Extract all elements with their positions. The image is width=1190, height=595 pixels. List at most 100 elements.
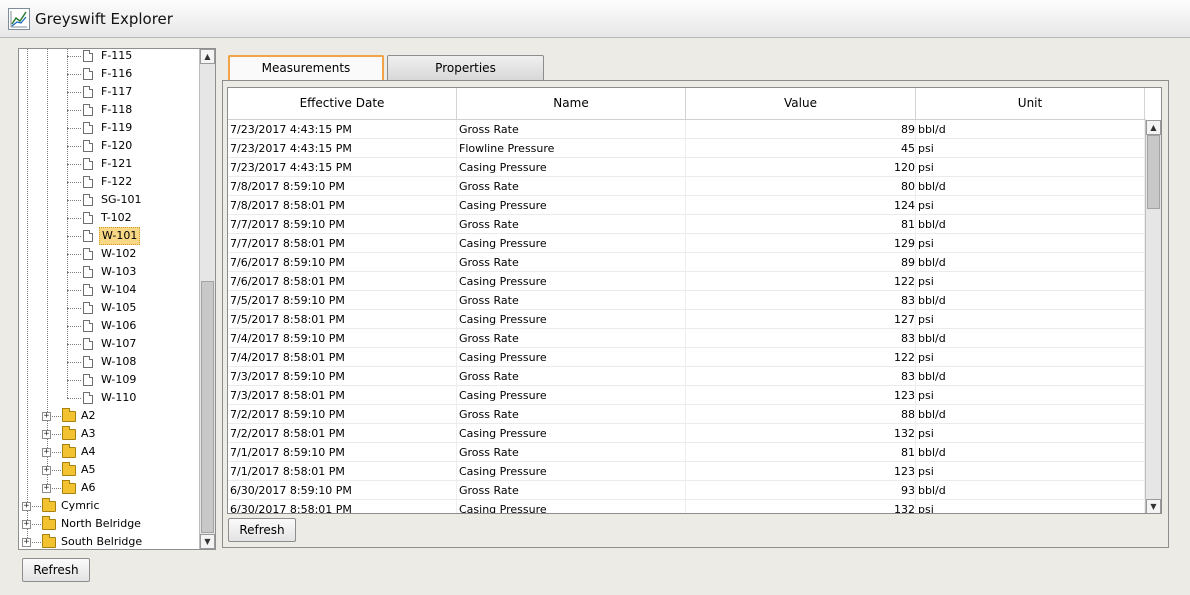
tree-scrollbar[interactable]: ▲ ▼: [199, 49, 215, 549]
scroll-up-button[interactable]: ▲: [200, 49, 215, 64]
tree-item-f-120[interactable]: F-120: [19, 137, 200, 155]
table-row[interactable]: 7/7/2017 8:58:01 PM Casing Pressure 129 psi: [228, 234, 1146, 253]
table-row[interactable]: 7/23/2017 4:43:15 PM Gross Rate 89 bbl/d: [228, 120, 1146, 139]
grid-scroll-thumb[interactable]: [1147, 135, 1160, 209]
cell-value: 89: [686, 120, 916, 139]
table-row[interactable]: 6/30/2017 8:59:10 PM Gross Rate 93 bbl/d: [228, 481, 1146, 500]
plus-expander-icon[interactable]: +: [22, 502, 31, 511]
grid-refresh-button[interactable]: Refresh: [228, 518, 296, 542]
table-row[interactable]: 6/30/2017 8:58:01 PM Casing Pressure 132 ps…: [228, 500, 1146, 513]
tree-item-f-121[interactable]: F-121: [19, 155, 200, 173]
plus-expander-icon[interactable]: +: [42, 412, 51, 421]
tree-item-w-110[interactable]: W-110: [19, 389, 200, 407]
tree-item-north-belridge[interactable]: + North Belridge: [19, 515, 200, 533]
tree-item-w-104[interactable]: W-104: [19, 281, 200, 299]
tree-item-w-102[interactable]: W-102: [19, 245, 200, 263]
table-row[interactable]: 7/23/2017 4:43:15 PM Casing Pressure 120 ps…: [228, 158, 1146, 177]
grid-scroll-down-button[interactable]: ▼: [1146, 499, 1161, 513]
tree-refresh-button[interactable]: Refresh: [22, 558, 90, 582]
tree-item-south-belridge[interactable]: + South Belridge: [19, 533, 200, 549]
cell-unit: bbl/d: [916, 120, 1145, 139]
document-icon: [83, 392, 93, 404]
plus-expander-icon[interactable]: +: [42, 484, 51, 493]
tree-item-a5[interactable]: + A5: [19, 461, 200, 479]
tree-item-sg-101[interactable]: SG-101: [19, 191, 200, 209]
plus-expander-icon[interactable]: +: [22, 538, 31, 547]
column-header-value[interactable]: Value: [686, 88, 916, 119]
table-row[interactable]: 7/8/2017 8:58:01 PM Casing Pressure 124 psi: [228, 196, 1146, 215]
cell-effective-date: 7/2/2017 8:58:01 PM: [228, 424, 457, 443]
measurements-grid[interactable]: Effective Date Name Value Unit 7/23/2017…: [227, 87, 1162, 514]
cell-value: 129: [686, 234, 916, 253]
cell-name: Gross Rate: [457, 405, 686, 424]
table-row[interactable]: 7/4/2017 8:58:01 PM Casing Pressure 122 psi: [228, 348, 1146, 367]
tab-measurements[interactable]: Measurements: [228, 55, 384, 80]
column-header-unit[interactable]: Unit: [916, 88, 1145, 119]
grid-scroll-up-button[interactable]: ▲: [1146, 120, 1161, 135]
tree-item-label: W-102: [101, 247, 137, 260]
cell-effective-date: 7/2/2017 8:59:10 PM: [228, 405, 457, 424]
grid-scrollbar[interactable]: ▲ ▼: [1145, 120, 1161, 513]
document-icon: [83, 248, 93, 260]
tree-item-f-122[interactable]: F-122: [19, 173, 200, 191]
tree-item-f-116[interactable]: F-116: [19, 65, 200, 83]
table-row[interactable]: 7/3/2017 8:58:01 PM Casing Pressure 123 psi: [228, 386, 1146, 405]
tree-branch-line: [67, 236, 81, 237]
tree-item-w-109[interactable]: W-109: [19, 371, 200, 389]
table-row[interactable]: 7/5/2017 8:59:10 PM Gross Rate 83 bbl/d: [228, 291, 1146, 310]
cell-name: Gross Rate: [457, 120, 686, 139]
cell-value: 89: [686, 253, 916, 272]
table-row[interactable]: 7/1/2017 8:59:10 PM Gross Rate 81 bbl/d: [228, 443, 1146, 462]
tree-item-label: F-118: [101, 103, 133, 116]
table-row[interactable]: 7/2/2017 8:59:10 PM Gross Rate 88 bbl/d: [228, 405, 1146, 424]
tree-item-a3[interactable]: + A3: [19, 425, 200, 443]
cell-unit: psi: [916, 386, 1145, 405]
tree-item-w-103[interactable]: W-103: [19, 263, 200, 281]
grid-header: Effective Date Name Value Unit: [228, 88, 1146, 120]
tree-item-f-118[interactable]: F-118: [19, 101, 200, 119]
scroll-thumb[interactable]: [201, 281, 214, 533]
tree-item-w-101[interactable]: W-101: [19, 227, 200, 245]
tree-item-f-115[interactable]: F-115: [19, 49, 200, 65]
tree-item-t-102[interactable]: T-102: [19, 209, 200, 227]
tree-item-label: W-109: [101, 373, 137, 386]
table-row[interactable]: 7/7/2017 8:59:10 PM Gross Rate 81 bbl/d: [228, 215, 1146, 234]
plus-expander-icon[interactable]: +: [42, 430, 51, 439]
plus-expander-icon[interactable]: +: [42, 448, 51, 457]
tree-content: F-115 F-116 F-117 F-118 F-119 F-120 F-121 F-122…: [19, 49, 200, 549]
cell-unit: psi: [916, 196, 1145, 215]
plus-expander-icon[interactable]: +: [22, 520, 31, 529]
tree-item-a4[interactable]: + A4: [19, 443, 200, 461]
tree-branch-line: [67, 380, 81, 381]
tab-properties[interactable]: Properties: [387, 55, 544, 80]
table-row[interactable]: 7/1/2017 8:58:01 PM Casing Pressure 123 psi: [228, 462, 1146, 481]
tree-item-w-105[interactable]: W-105: [19, 299, 200, 317]
table-row[interactable]: 7/5/2017 8:58:01 PM Casing Pressure 127 psi: [228, 310, 1146, 329]
cell-value: 127: [686, 310, 916, 329]
tree-item-w-107[interactable]: W-107: [19, 335, 200, 353]
table-row[interactable]: 7/2/2017 8:58:01 PM Casing Pressure 132 psi: [228, 424, 1146, 443]
tree-item-f-117[interactable]: F-117: [19, 83, 200, 101]
column-header-name[interactable]: Name: [457, 88, 686, 119]
table-row[interactable]: 7/3/2017 8:59:10 PM Gross Rate 83 bbl/d: [228, 367, 1146, 386]
tree-item-a2[interactable]: + A2: [19, 407, 200, 425]
plus-expander-icon[interactable]: +: [42, 466, 51, 475]
scroll-down-button[interactable]: ▼: [200, 534, 215, 549]
tree-item-w-106[interactable]: W-106: [19, 317, 200, 335]
cell-effective-date: 7/8/2017 8:58:01 PM: [228, 196, 457, 215]
tree-item-cymric[interactable]: + Cymric: [19, 497, 200, 515]
table-row[interactable]: 7/8/2017 8:59:10 PM Gross Rate 80 bbl/d: [228, 177, 1146, 196]
cell-unit: psi: [916, 139, 1145, 158]
column-header-effective-date[interactable]: Effective Date: [228, 88, 457, 119]
tree-item-a6[interactable]: + A6: [19, 479, 200, 497]
tree-item-f-119[interactable]: F-119: [19, 119, 200, 137]
tree-item-w-108[interactable]: W-108: [19, 353, 200, 371]
asset-tree[interactable]: F-115 F-116 F-117 F-118 F-119 F-120 F-121 F-122…: [18, 48, 216, 550]
cell-unit: bbl/d: [916, 405, 1145, 424]
app-title: Greyswift Explorer: [35, 10, 173, 28]
cell-unit: bbl/d: [916, 481, 1145, 500]
table-row[interactable]: 7/6/2017 8:58:01 PM Casing Pressure 122 psi: [228, 272, 1146, 291]
table-row[interactable]: 7/6/2017 8:59:10 PM Gross Rate 89 bbl/d: [228, 253, 1146, 272]
table-row[interactable]: 7/23/2017 4:43:15 PM Flowline Pressure 45 p…: [228, 139, 1146, 158]
table-row[interactable]: 7/4/2017 8:59:10 PM Gross Rate 83 bbl/d: [228, 329, 1146, 348]
